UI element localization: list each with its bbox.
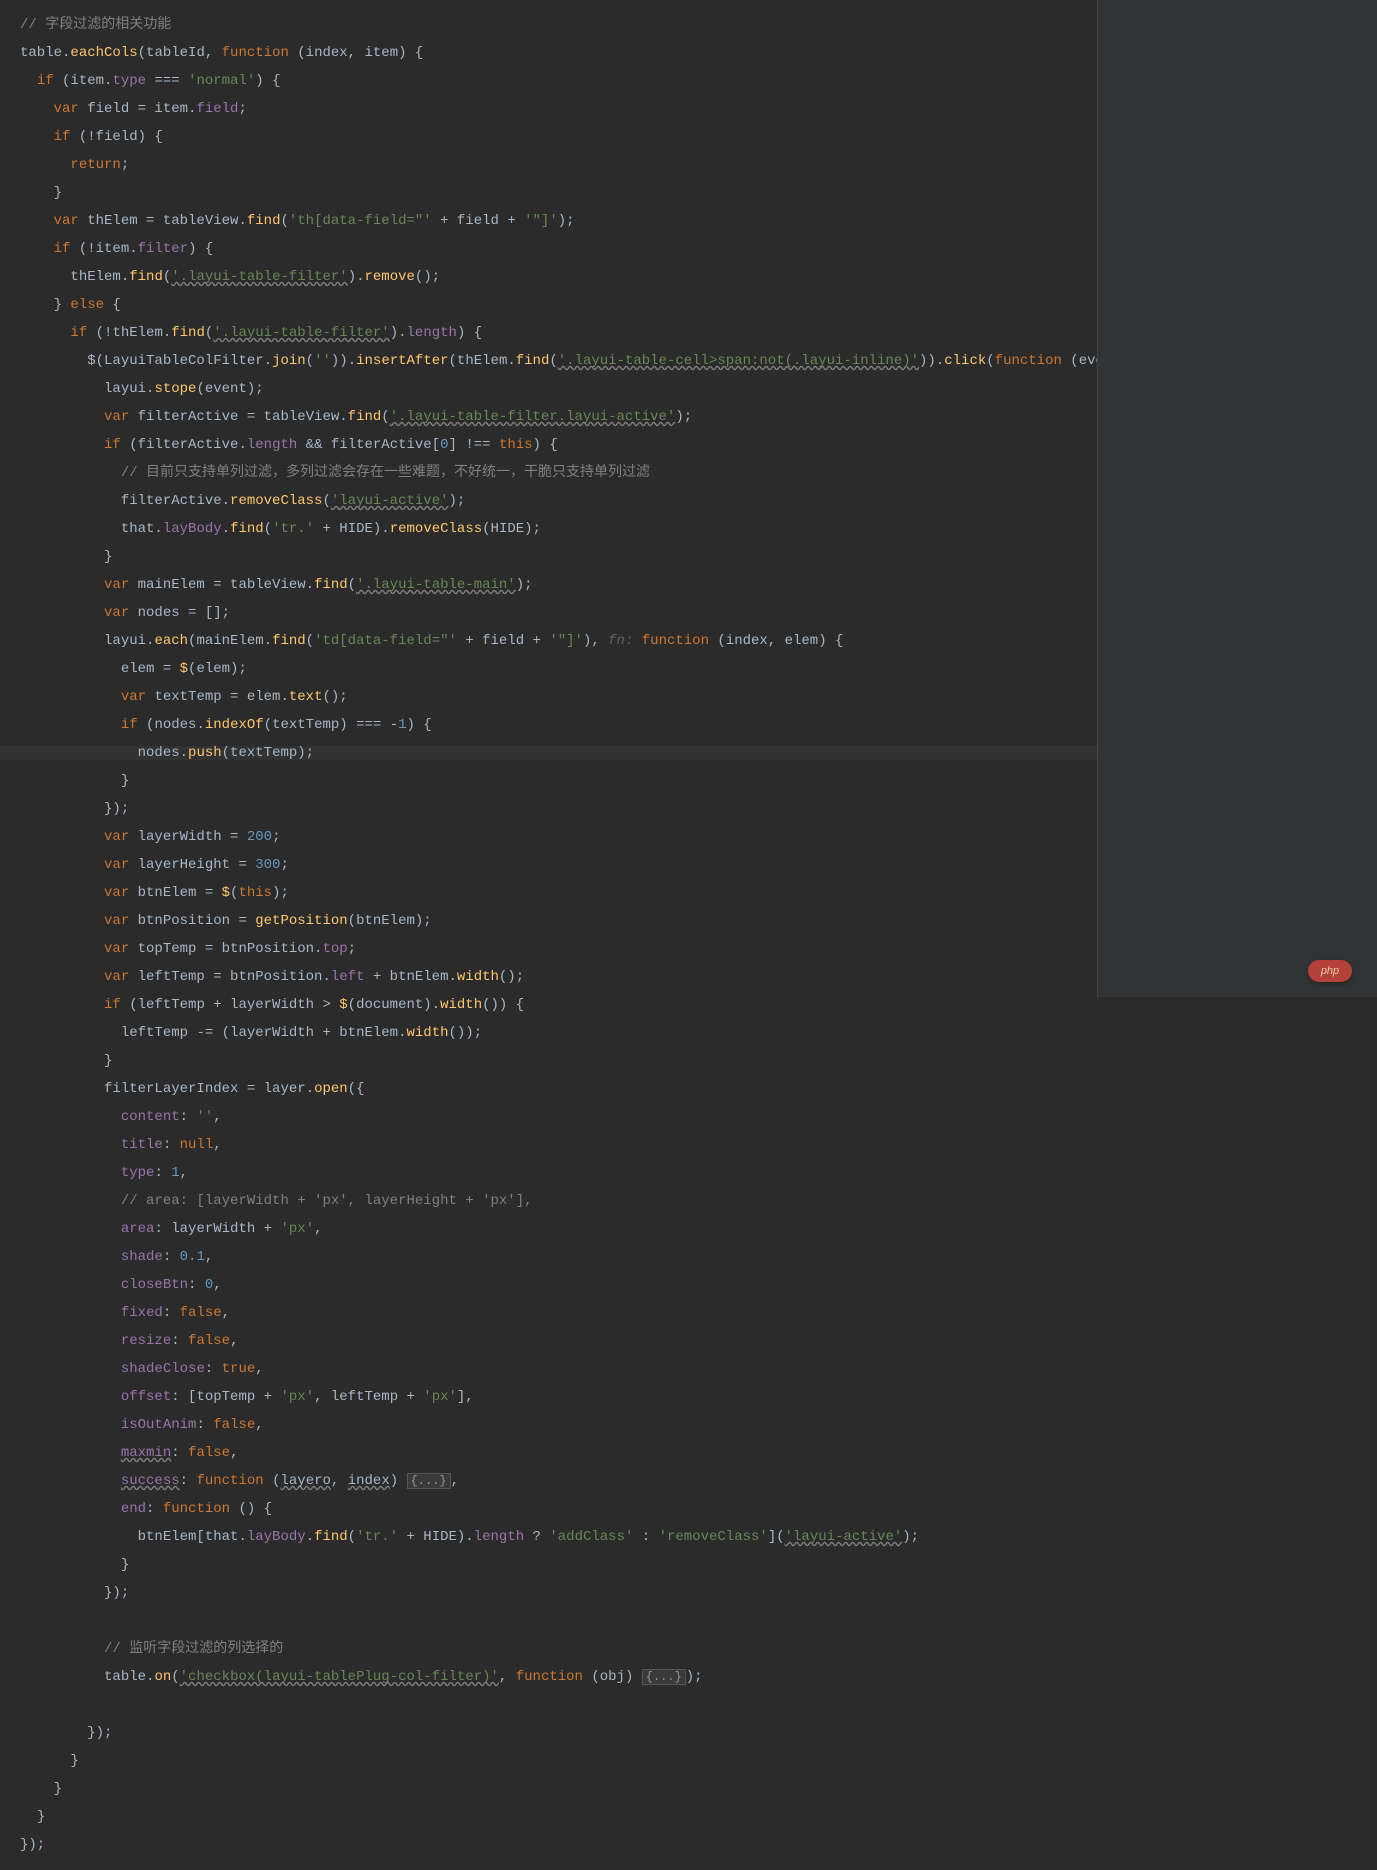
php-logo-badge: php — [1308, 960, 1352, 982]
fold-marker[interactable]: {...} — [642, 1669, 686, 1685]
code-line: shadeClose: true, — [20, 1362, 1377, 1376]
code-line — [20, 1698, 1377, 1712]
code-line: } — [20, 1558, 1377, 1572]
code-line: }); — [20, 1838, 1377, 1852]
code-line: // area: [layerWidth + 'px', layerHeight… — [20, 1194, 1377, 1208]
code-line: if (leftTemp + layerWidth > $(document).… — [20, 998, 1377, 1012]
code-line: table.on('checkbox(layui-tablePlug-col-f… — [20, 1670, 1377, 1684]
code-line: end: function () { — [20, 1502, 1377, 1516]
code-line: content: '', — [20, 1110, 1377, 1124]
code-line: }); — [20, 1726, 1377, 1740]
code-line: fixed: false, — [20, 1306, 1377, 1320]
code-line: title: null, — [20, 1138, 1377, 1152]
code-line: isOutAnim: false, — [20, 1418, 1377, 1432]
code-line: filterLayerIndex = layer.open({ — [20, 1082, 1377, 1096]
code-line: leftTemp -= (layerWidth + btnElem.width(… — [20, 1026, 1377, 1040]
code-line: offset: [topTemp + 'px', leftTemp + 'px'… — [20, 1390, 1377, 1404]
code-line: maxmin: false, — [20, 1446, 1377, 1460]
code-line: } — [20, 1054, 1377, 1068]
code-line: area: layerWidth + 'px', — [20, 1222, 1377, 1236]
code-line — [20, 1614, 1377, 1628]
code-line: } — [20, 1810, 1377, 1824]
fold-marker[interactable]: {...} — [407, 1473, 451, 1489]
editor-gutter — [1097, 0, 1377, 997]
code-line: } — [20, 1754, 1377, 1768]
code-line: btnElem[that.layBody.find('tr.' + HIDE).… — [20, 1530, 1377, 1544]
code-line: closeBtn: 0, — [20, 1278, 1377, 1292]
code-line: } — [20, 1782, 1377, 1796]
code-line: resize: false, — [20, 1334, 1377, 1348]
code-line-current: nodes.push(textTemp); — [0, 746, 1097, 760]
code-line: type: 1, — [20, 1166, 1377, 1180]
code-line: shade: 0.1, — [20, 1250, 1377, 1264]
code-line: success: function (layero, index) {...}, — [20, 1474, 1377, 1488]
code-line: }); — [20, 1586, 1377, 1600]
code-line: // 监听字段过滤的列选择的 — [20, 1642, 1377, 1656]
